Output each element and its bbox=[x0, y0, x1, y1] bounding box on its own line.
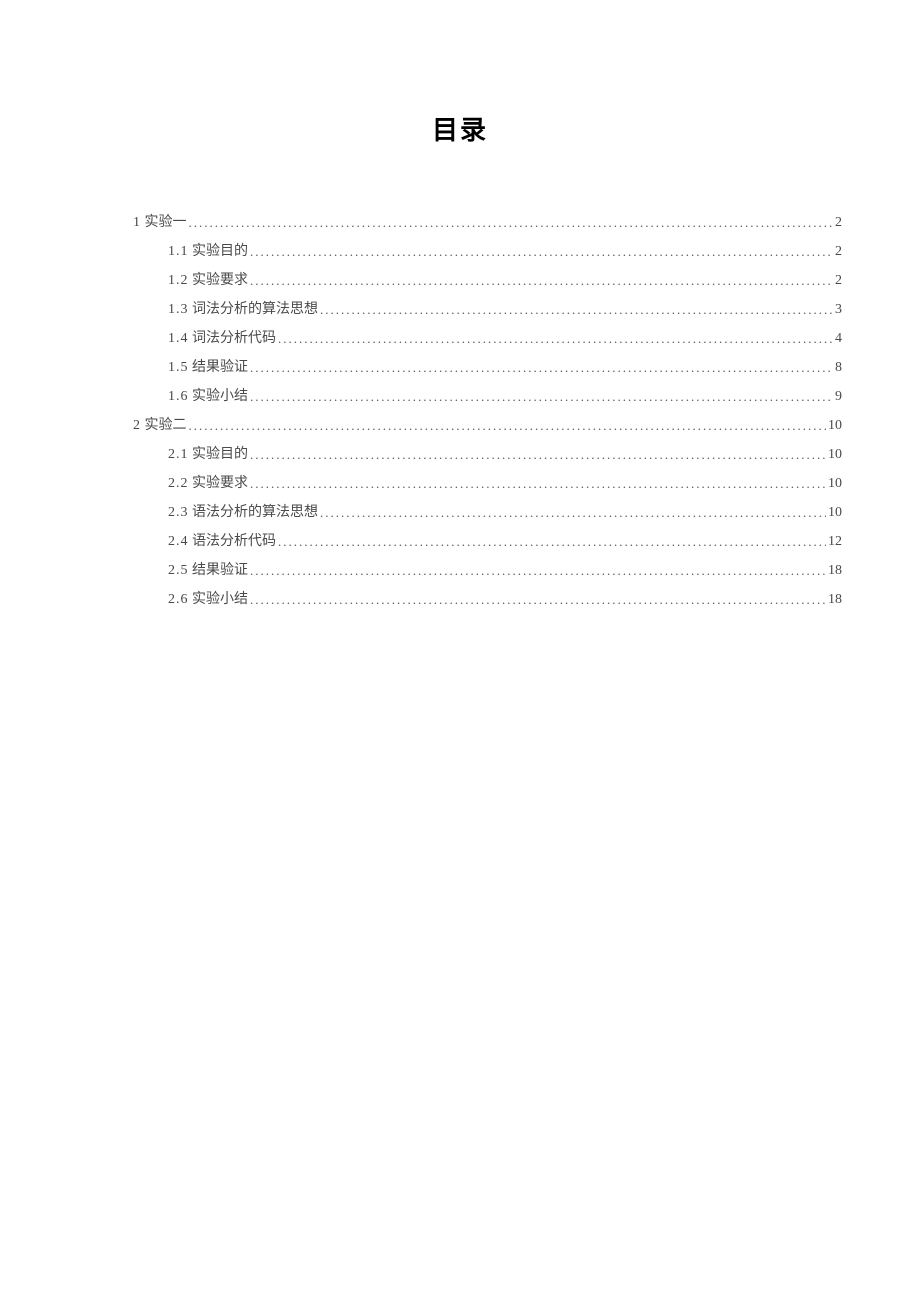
toc-entry-page: 2 bbox=[835, 245, 842, 259]
toc-entry[interactable]: 1.3 词法分析的算法思想 3 bbox=[133, 302, 842, 317]
toc-dots-leader bbox=[250, 361, 833, 374]
toc-list: 1 实验一21.1 实验目的21.2 实验要求21.3 词法分析的算法思想31.… bbox=[78, 215, 842, 607]
toc-dots-leader bbox=[250, 448, 826, 461]
toc-entry[interactable]: 1.2 实验要求 2 bbox=[133, 273, 842, 288]
toc-dots-leader bbox=[278, 332, 833, 345]
toc-entry-text: 语法分析的算法思想 bbox=[189, 505, 319, 520]
toc-entry-label: 1.5 结果验证 bbox=[168, 361, 248, 375]
toc-entry-page: 10 bbox=[828, 419, 842, 433]
toc-entry-text: 词法分析代码 bbox=[189, 331, 277, 346]
toc-entry[interactable]: 1 实验一 2 bbox=[133, 215, 842, 230]
toc-entry-page: 4 bbox=[835, 332, 842, 346]
toc-entry-number: 1.2 bbox=[168, 273, 189, 288]
toc-entry-number: 2.1 bbox=[168, 447, 189, 462]
toc-entry[interactable]: 2.6 实验小结 18 bbox=[133, 592, 842, 607]
toc-dots-leader bbox=[320, 303, 833, 316]
toc-entry-number: 1.5 bbox=[168, 360, 189, 375]
toc-entry[interactable]: 1.6 实验小结 9 bbox=[133, 389, 842, 404]
toc-entry[interactable]: 2.4 语法分析代码 12 bbox=[133, 534, 842, 549]
toc-entry-label: 2.5 结果验证 bbox=[168, 564, 248, 578]
toc-entry-number: 2 bbox=[133, 418, 141, 433]
toc-entry-page: 18 bbox=[828, 564, 842, 578]
toc-entry-text: 实验要求 bbox=[189, 476, 249, 491]
toc-entry-label: 2.3 语法分析的算法思想 bbox=[168, 506, 318, 520]
toc-entry-number: 1.6 bbox=[168, 389, 189, 404]
toc-entry[interactable]: 2.2 实验要求 10 bbox=[133, 476, 842, 491]
toc-dots-leader bbox=[250, 274, 833, 287]
toc-entry-page: 8 bbox=[835, 361, 842, 375]
toc-entry-label: 2.1 实验目的 bbox=[168, 448, 248, 462]
toc-entry-label: 2 实验二 bbox=[133, 419, 187, 433]
toc-dots-leader bbox=[320, 506, 826, 519]
toc-entry-number: 2.5 bbox=[168, 563, 189, 578]
toc-dots-leader bbox=[250, 564, 826, 577]
toc-entry-number: 2.3 bbox=[168, 505, 189, 520]
toc-entry-page: 12 bbox=[828, 535, 842, 549]
toc-entry-text: 语法分析代码 bbox=[189, 534, 277, 549]
toc-entry-label: 1 实验一 bbox=[133, 216, 187, 230]
toc-dots-leader bbox=[189, 419, 827, 432]
toc-entry-text: 结果验证 bbox=[189, 360, 249, 375]
toc-entry-text: 实验一 bbox=[141, 215, 187, 230]
toc-entry-number: 1.4 bbox=[168, 331, 189, 346]
toc-dots-leader bbox=[250, 477, 826, 490]
toc-entry-text: 实验要求 bbox=[189, 273, 249, 288]
toc-entry-page: 18 bbox=[828, 593, 842, 607]
toc-entry-text: 词法分析的算法思想 bbox=[189, 302, 319, 317]
toc-entry[interactable]: 2.5 结果验证 18 bbox=[133, 563, 842, 578]
toc-entry-page: 3 bbox=[835, 303, 842, 317]
toc-entry-page: 10 bbox=[828, 506, 842, 520]
toc-entry-label: 2.4 语法分析代码 bbox=[168, 535, 276, 549]
toc-entry-text: 实验目的 bbox=[189, 447, 249, 462]
toc-entry-text: 实验二 bbox=[141, 418, 187, 433]
toc-entry-number: 2.4 bbox=[168, 534, 189, 549]
toc-dots-leader bbox=[250, 390, 833, 403]
toc-entry[interactable]: 1.1 实验目的 2 bbox=[133, 244, 842, 259]
toc-entry-text: 实验小结 bbox=[189, 592, 249, 607]
toc-title: 目录 bbox=[78, 110, 842, 147]
toc-entry-label: 1.3 词法分析的算法思想 bbox=[168, 303, 318, 317]
toc-entry[interactable]: 1.5 结果验证 8 bbox=[133, 360, 842, 375]
toc-dots-leader bbox=[250, 593, 826, 606]
toc-entry-page: 2 bbox=[835, 216, 842, 230]
toc-entry-label: 2.6 实验小结 bbox=[168, 593, 248, 607]
toc-entry-number: 1.3 bbox=[168, 302, 189, 317]
toc-entry[interactable]: 2.3 语法分析的算法思想 10 bbox=[133, 505, 842, 520]
toc-entry[interactable]: 1.4 词法分析代码 4 bbox=[133, 331, 842, 346]
toc-entry-number: 1.1 bbox=[168, 244, 189, 259]
toc-entry-page: 2 bbox=[835, 274, 842, 288]
toc-dots-leader bbox=[189, 216, 834, 229]
toc-entry-label: 1.2 实验要求 bbox=[168, 274, 248, 288]
toc-dots-leader bbox=[250, 245, 833, 258]
toc-entry[interactable]: 2.1 实验目的 10 bbox=[133, 447, 842, 462]
toc-entry-text: 实验目的 bbox=[189, 244, 249, 259]
toc-entry-number: 2.2 bbox=[168, 476, 189, 491]
toc-entry-text: 实验小结 bbox=[189, 389, 249, 404]
toc-entry[interactable]: 2 实验二 10 bbox=[133, 418, 842, 433]
toc-entry-number: 2.6 bbox=[168, 592, 189, 607]
toc-entry-label: 1.6 实验小结 bbox=[168, 390, 248, 404]
toc-entry-label: 2.2 实验要求 bbox=[168, 477, 248, 491]
toc-entry-page: 9 bbox=[835, 390, 842, 404]
toc-entry-number: 1 bbox=[133, 215, 141, 230]
document-page: 目录 1 实验一 2 1.1 实验目的 2 1.2 实验要求 2 1.3 词法分析的算法思想… bbox=[0, 0, 920, 607]
toc-dots-leader bbox=[278, 535, 826, 548]
toc-entry-page: 10 bbox=[828, 477, 842, 491]
toc-entry-label: 1.1 实验目的 bbox=[168, 245, 248, 259]
toc-entry-page: 10 bbox=[828, 448, 842, 462]
toc-entry-label: 1.4 词法分析代码 bbox=[168, 332, 276, 346]
toc-entry-text: 结果验证 bbox=[189, 563, 249, 578]
